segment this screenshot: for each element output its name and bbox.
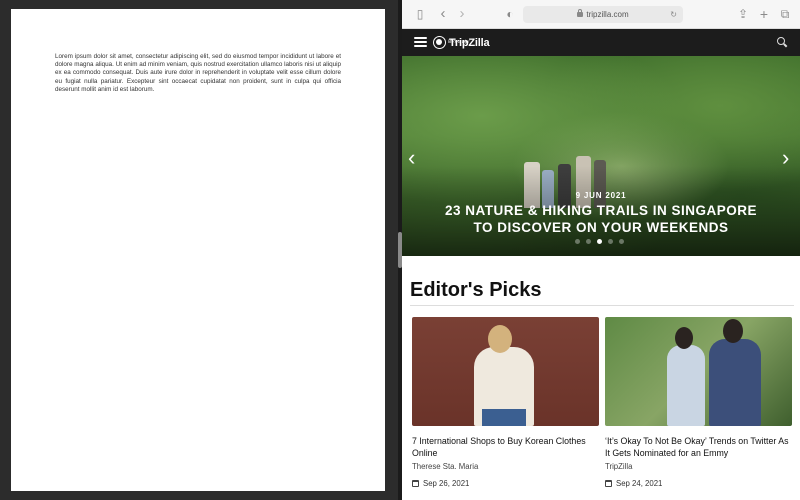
reload-icon[interactable]: ↻ — [670, 6, 677, 23]
article-title[interactable]: ‘It’s Okay To Not Be Okay’ Trends on Twi… — [605, 435, 792, 459]
tabs-overview-icon[interactable]: ⧉ — [778, 7, 792, 21]
article-author[interactable]: TripZilla — [605, 462, 792, 471]
logo-mark-icon — [433, 36, 446, 49]
lock-icon — [577, 9, 584, 17]
carousel-dot[interactable] — [619, 239, 624, 244]
article-image[interactable] — [412, 317, 599, 426]
calendar-icon — [605, 480, 612, 487]
hero-title-line: TO DISCOVER ON YOUR WEEKENDS — [473, 220, 729, 235]
browser-toolbar: ▯ ‹ › ◐ tripzilla.com ↻ ⇪ + ⧉ — [402, 0, 800, 29]
article-card[interactable]: ‘It’s Okay To Not Be Okay’ Trends on Twi… — [605, 317, 792, 488]
hero-title[interactable]: 23 NATURE & HIKING TRAILS IN SINGAPORE T… — [432, 202, 770, 236]
carousel-dot[interactable] — [608, 239, 613, 244]
carousel-dots — [575, 239, 630, 244]
chevron-right-icon[interactable]: › — [782, 147, 789, 169]
menu-icon[interactable] — [414, 37, 427, 47]
document-body-text: Lorem ipsum dolor sit amet, consectetur … — [55, 53, 341, 93]
search-icon[interactable] — [777, 37, 788, 48]
article-image[interactable] — [605, 317, 792, 426]
hero-date: 9 JUN 2021 — [575, 191, 627, 200]
article-date: Sep 26, 2021 — [412, 479, 599, 488]
address-bar[interactable]: tripzilla.com ↻ — [523, 6, 683, 23]
article-author[interactable]: Therese Sta. Maria — [412, 462, 599, 471]
hero-title-line: 23 NATURE & HIKING TRAILS IN SINGAPORE — [444, 203, 758, 218]
section-divider — [410, 305, 794, 306]
carousel-dot[interactable] — [597, 239, 602, 244]
article-date-text: Sep 24, 2021 — [616, 479, 663, 488]
privacy-shield-icon[interactable]: ◐ — [503, 7, 517, 21]
browser-pane: ▯ ‹ › ◐ tripzilla.com ↻ ⇪ + ⧉ TripZilla … — [402, 0, 800, 500]
document-pane: Lorem ipsum dolor sit amet, consectetur … — [0, 0, 398, 500]
article-date: Sep 24, 2021 — [605, 479, 792, 488]
share-icon[interactable]: ⇪ — [736, 7, 750, 21]
article-date-text: Sep 26, 2021 — [423, 479, 470, 488]
logo-tagline: life's a trip! — [448, 39, 470, 44]
carousel-dot[interactable] — [586, 239, 591, 244]
chevron-right-icon[interactable]: › — [455, 6, 469, 21]
site-header: TripZilla life's a trip! — [402, 29, 800, 56]
article-card[interactable]: 7 International Shops to Buy Korean Clot… — [412, 317, 599, 488]
calendar-icon — [412, 480, 419, 487]
chevron-left-icon[interactable]: ‹ — [436, 6, 450, 21]
sidebar-icon[interactable]: ▯ — [413, 7, 427, 21]
carousel-dot[interactable] — [575, 239, 580, 244]
url-text: tripzilla.com — [586, 10, 629, 19]
article-title[interactable]: 7 International Shops to Buy Korean Clot… — [412, 435, 599, 459]
plus-icon[interactable]: + — [757, 7, 771, 21]
document-page[interactable]: Lorem ipsum dolor sit amet, consectetur … — [11, 9, 385, 491]
chevron-left-icon[interactable]: ‹ — [408, 147, 415, 169]
section-title: Editor's Picks — [410, 279, 542, 301]
